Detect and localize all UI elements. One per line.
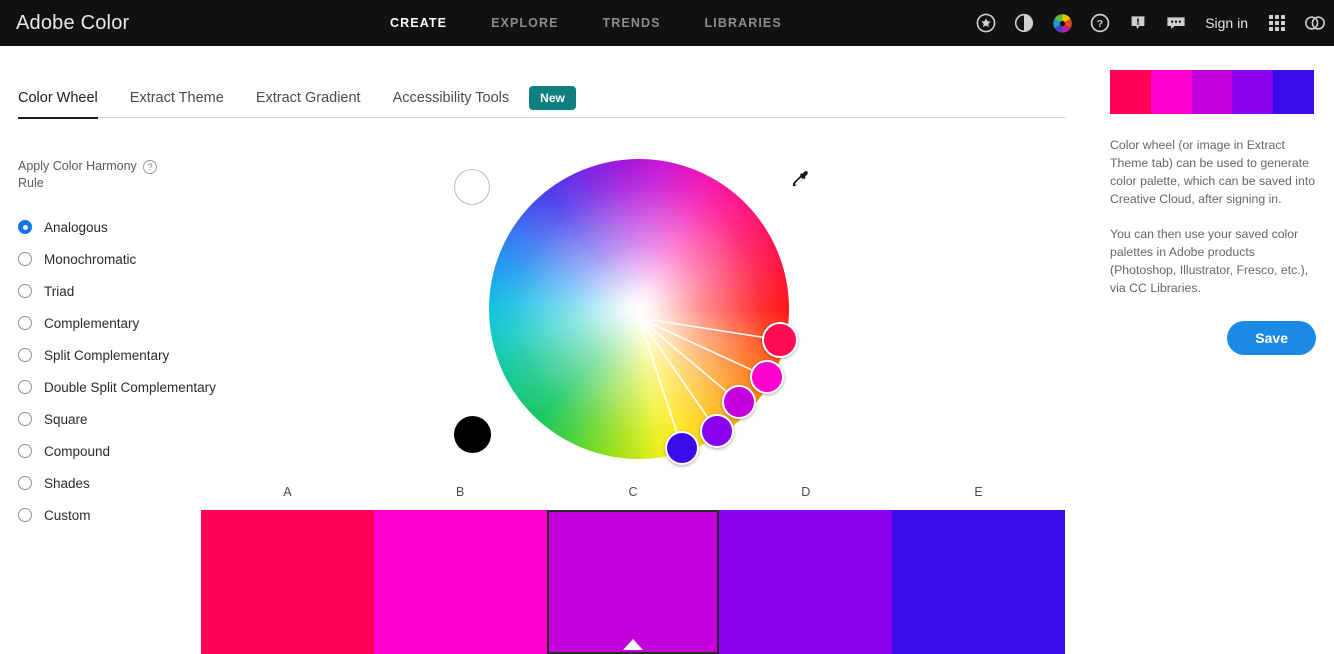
save-button[interactable]: Save	[1227, 321, 1316, 355]
swatch-label-e: E	[974, 485, 983, 499]
swatch-label-c: C	[628, 485, 638, 499]
color-wheel[interactable]	[489, 159, 798, 465]
apps-grid-dots	[1269, 15, 1285, 31]
info-paragraph-1: Color wheel (or image in Extract Theme t…	[1110, 138, 1316, 206]
sign-in-button[interactable]: Sign in	[1205, 15, 1248, 31]
swatch-c[interactable]	[546, 510, 720, 654]
wheel-marker-d[interactable]	[700, 414, 734, 448]
brightness-handle-light[interactable]	[454, 169, 490, 205]
svg-text:?: ?	[1097, 18, 1103, 30]
palette-preview-strip	[1110, 70, 1314, 114]
preview-swatch-d	[1232, 70, 1274, 114]
swatch-label-a: A	[283, 485, 292, 499]
swatch-label-row: A B C D E	[201, 485, 1065, 499]
help-icon[interactable]: ?	[1089, 12, 1111, 34]
palette-swatch-row	[201, 510, 1065, 654]
swatch-e[interactable]	[892, 510, 1065, 654]
preview-swatch-a	[1110, 70, 1151, 114]
wheel-marker-e[interactable]	[665, 431, 699, 465]
wheel-marker-c[interactable]	[722, 385, 756, 419]
wheel-marker-a[interactable]	[762, 322, 798, 358]
eyedropper-icon[interactable]	[788, 168, 812, 197]
apps-grid-icon[interactable]	[1266, 12, 1288, 34]
creative-cloud-icon[interactable]	[1304, 12, 1326, 34]
info-panel: Color wheel (or image in Extract Theme t…	[1110, 70, 1316, 355]
color-wheel-stage: A B C D E	[0, 0, 1070, 654]
info-paragraph-2: You can then use your saved color palett…	[1110, 227, 1309, 295]
swatch-d[interactable]	[719, 510, 893, 654]
info-panel-text: Color wheel (or image in Extract Theme t…	[1110, 136, 1316, 297]
save-button-wrap: Save	[1110, 321, 1316, 355]
swatch-label-d: D	[801, 485, 811, 499]
swatch-b[interactable]	[373, 510, 547, 654]
chat-icon[interactable]	[1165, 12, 1187, 34]
swatch-a[interactable]	[201, 510, 374, 654]
preview-swatch-e	[1273, 70, 1314, 114]
brightness-handle-dark[interactable]	[454, 416, 491, 453]
up-triangle-icon	[622, 639, 643, 650]
wheel-marker-b[interactable]	[750, 360, 784, 394]
feedback-icon[interactable]	[1127, 12, 1149, 34]
swatch-label-b: B	[456, 485, 465, 499]
preview-swatch-c	[1191, 70, 1233, 114]
preview-swatch-b	[1150, 70, 1192, 114]
